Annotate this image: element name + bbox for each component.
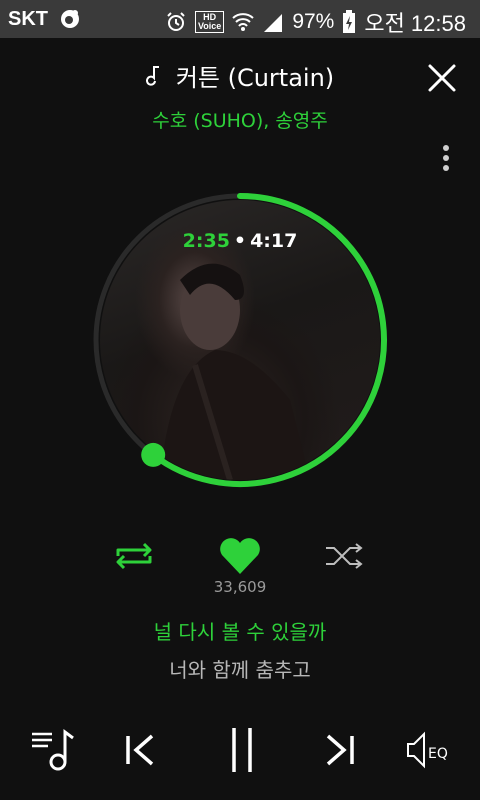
- repeat-button[interactable]: [112, 538, 156, 574]
- close-icon: [428, 64, 456, 92]
- shuffle-button[interactable]: [322, 538, 366, 574]
- pause-button[interactable]: [222, 724, 262, 776]
- pause-icon: [232, 728, 252, 772]
- heart-icon: [220, 538, 260, 574]
- repeat-icon: [116, 542, 152, 570]
- eq-label: EQ: [428, 746, 448, 762]
- artist-name[interactable]: 수호 (SUHO), 송영주: [0, 106, 480, 133]
- time-separator: •: [233, 230, 247, 252]
- wifi-icon: [232, 12, 254, 32]
- song-title: 커튼 (Curtain): [145, 58, 335, 93]
- previous-button[interactable]: [120, 724, 160, 776]
- shuffle-icon: [326, 543, 363, 569]
- progress-knob[interactable]: [141, 442, 166, 467]
- song-title-text: 커튼 (Curtain): [175, 64, 335, 92]
- like-count: 33,609: [213, 578, 267, 596]
- eq-button[interactable]: EQ: [404, 724, 458, 776]
- next-button[interactable]: [320, 724, 360, 776]
- battery-charging-icon: [342, 10, 356, 34]
- status-right: HD Voice 97% 오전 12:58: [165, 6, 466, 38]
- carrier-label: SKT: [8, 7, 48, 30]
- app-notification-icon: [58, 7, 82, 31]
- lyric-current[interactable]: 널 다시 볼 수 있을까: [0, 616, 480, 645]
- playlist-button[interactable]: [28, 724, 80, 776]
- more-button[interactable]: [440, 142, 452, 178]
- playlist-icon: [32, 729, 74, 771]
- signal-icon: [262, 12, 284, 32]
- hd-voice-icon: HD Voice: [194, 11, 225, 33]
- more-vertical-icon: [443, 145, 449, 171]
- close-button[interactable]: [422, 58, 462, 98]
- skip-next-icon: [326, 734, 354, 766]
- music-note-icon: [145, 65, 168, 87]
- equalizer-speaker-icon: EQ: [407, 731, 448, 769]
- clock: 오전 12:58: [364, 11, 466, 36]
- status-bar: SKT HD Voice 97% 오전 12:58: [0, 0, 480, 38]
- skip-previous-icon: [126, 734, 154, 766]
- alarm-icon: [165, 11, 187, 33]
- lyric-next[interactable]: 너와 함께 춤추고: [0, 654, 480, 683]
- like-button[interactable]: [218, 536, 262, 576]
- current-time: 2:35: [182, 230, 230, 252]
- time-display: 2:35 • 4:17: [0, 230, 480, 252]
- status-left: SKT: [8, 7, 82, 31]
- duration: 4:17: [250, 230, 298, 252]
- battery-percent: 97%: [292, 10, 335, 33]
- title-area: 커튼 (Curtain): [0, 58, 480, 93]
- voice-label: Voice: [197, 21, 222, 31]
